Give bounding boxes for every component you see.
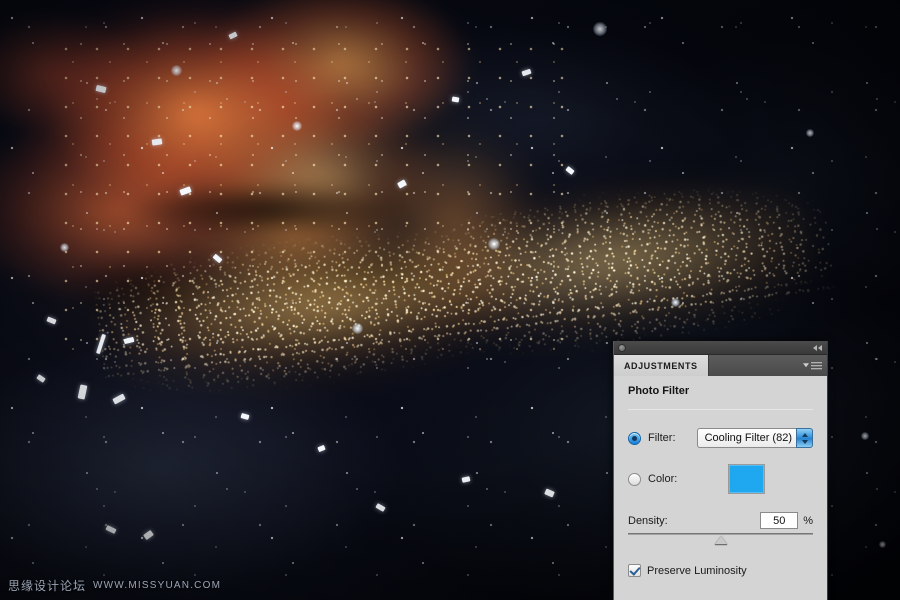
watermark-site-name: 思缘设计论坛	[8, 577, 86, 594]
filter-radio[interactable]	[628, 432, 641, 445]
filter-row: Filter: Cooling Filter (82)	[614, 428, 827, 448]
preserve-luminosity-checkbox[interactable]	[628, 564, 641, 577]
bright-star	[292, 121, 302, 131]
bright-star	[593, 22, 607, 36]
debris-shard	[452, 96, 460, 102]
color-row: Color:	[614, 464, 827, 494]
chevron-down-icon	[803, 364, 809, 368]
color-radio[interactable]	[628, 473, 641, 486]
collapse-to-icons-button[interactable]	[813, 345, 822, 351]
panel-body: Photo Filter Filter: Cooling Filter (82)…	[614, 376, 827, 600]
panel-separator	[628, 409, 813, 410]
bright-star	[861, 432, 869, 440]
density-row: Density: 50 %	[614, 512, 827, 529]
density-input[interactable]: 50	[760, 512, 798, 529]
density-label: Density:	[628, 515, 760, 527]
bright-star	[488, 238, 500, 250]
bright-star	[60, 243, 69, 252]
preserve-luminosity-row[interactable]: Preserve Luminosity	[614, 564, 827, 577]
filter-radio-label: Filter:	[648, 432, 695, 444]
density-slider-thumb[interactable]	[715, 536, 727, 544]
bright-star	[352, 323, 363, 334]
density-slider-track[interactable]	[628, 533, 813, 535]
stepper-down-icon[interactable]	[802, 440, 808, 444]
chevron-left-icon	[818, 345, 822, 351]
tab-adjustments[interactable]: ADJUSTMENTS	[614, 355, 709, 376]
bright-star	[171, 65, 182, 76]
density-unit-label: %	[803, 515, 813, 527]
preserve-luminosity-label: Preserve Luminosity	[647, 565, 747, 577]
panel-heading: Photo Filter	[614, 385, 827, 397]
filter-select-stepper[interactable]	[796, 428, 813, 448]
chevron-left-icon	[813, 345, 817, 351]
panel-grip-icon	[618, 344, 626, 352]
adjustments-panel[interactable]: ADJUSTMENTS Photo Filter Filter: Cooling…	[613, 341, 828, 600]
panel-tab-row[interactable]: ADJUSTMENTS	[614, 355, 827, 376]
tab-adjustments-label: ADJUSTMENTS	[624, 361, 698, 371]
density-slider[interactable]	[628, 532, 813, 546]
watermark-url: WWW.MISSYUAN.COM	[93, 580, 221, 591]
filter-select-value[interactable]: Cooling Filter (82)	[697, 428, 796, 448]
stepper-up-icon[interactable]	[802, 433, 808, 437]
bright-star	[806, 129, 814, 137]
bright-star	[879, 541, 886, 548]
hamburger-icon	[811, 362, 822, 370]
color-radio-label: Color:	[648, 473, 704, 485]
color-swatch[interactable]	[728, 464, 765, 494]
panel-menu-button[interactable]	[803, 362, 822, 370]
density-slider-row	[614, 532, 827, 546]
bright-star	[671, 298, 680, 307]
photoshop-document-window: 思缘设计论坛 WWW.MISSYUAN.COM ADJUSTMENTS	[0, 0, 900, 600]
filter-select[interactable]: Cooling Filter (82)	[697, 428, 813, 448]
panel-titlebar[interactable]	[614, 341, 827, 355]
watermark: 思缘设计论坛 WWW.MISSYUAN.COM	[8, 577, 221, 594]
